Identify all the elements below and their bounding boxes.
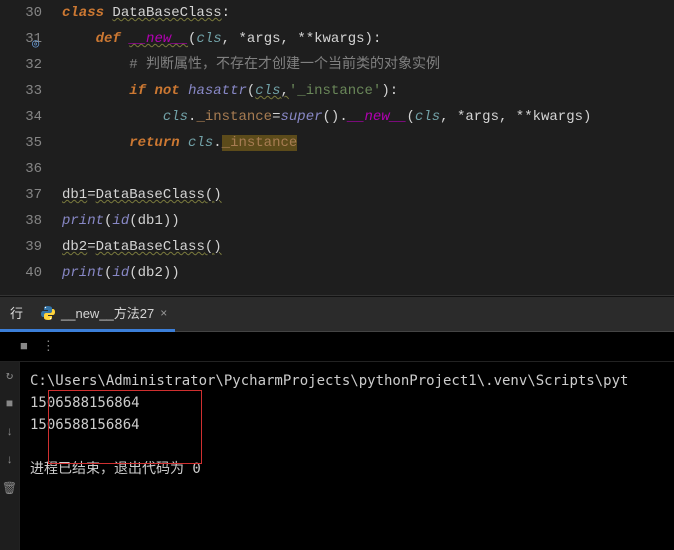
- scroll-down-icon[interactable]: ↓: [6, 425, 13, 439]
- line-number: 34: [18, 104, 42, 130]
- code-line[interactable]: def __new__(cls, *args, **kwargs):: [62, 26, 674, 52]
- more-icon[interactable]: ⋮: [42, 339, 55, 354]
- console-line: [30, 436, 664, 458]
- python-file-icon: [41, 306, 55, 320]
- console-line: 1506588156864: [30, 392, 664, 414]
- code-line[interactable]: print(id(db2)): [62, 260, 674, 286]
- close-icon[interactable]: ×: [160, 306, 167, 320]
- code-line[interactable]: if not hasattr(cls,'_instance'):: [62, 78, 674, 104]
- line-number: 40: [18, 260, 42, 286]
- line-number: 32: [18, 52, 42, 78]
- code-line[interactable]: return cls._instance: [62, 130, 674, 156]
- run-tab-label: __new__方法27: [61, 303, 154, 322]
- run-tab[interactable]: __new__方法27 ×: [33, 296, 175, 332]
- console-line: 1506588156864: [30, 414, 664, 436]
- stop-icon[interactable]: ■: [6, 397, 13, 411]
- line-number: 36: [18, 156, 42, 182]
- code-line[interactable]: [62, 156, 674, 182]
- stop-icon[interactable]: ■: [20, 339, 28, 354]
- console-output[interactable]: C:\Users\Administrator\PycharmProjects\p…: [20, 362, 674, 550]
- code-line[interactable]: db2=DataBaseClass(): [62, 234, 674, 260]
- code-line[interactable]: # 判断属性，不存在才创建一个当前类的对象实例: [62, 52, 674, 78]
- line-number: 38: [18, 208, 42, 234]
- left-margin: [0, 0, 18, 295]
- line-number: 33: [18, 78, 42, 104]
- line-number: 37: [18, 182, 42, 208]
- console-toolbar: ■ ⋮: [0, 332, 674, 362]
- restart-icon[interactable]: ↻: [6, 368, 13, 383]
- line-number: 30: [18, 0, 42, 26]
- target-icon: ◎: [32, 36, 39, 51]
- console-side-toolbar: ↻ ■ ↓ ↓ 🗑: [0, 362, 20, 550]
- run-tool-window-label[interactable]: 行: [0, 296, 33, 332]
- code-line[interactable]: class DataBaseClass:: [62, 0, 674, 26]
- code-line[interactable]: print(id(db1)): [62, 208, 674, 234]
- code-line[interactable]: db1=DataBaseClass(): [62, 182, 674, 208]
- console-line: 进程已结束，退出代码为 0: [30, 458, 664, 480]
- console-line: C:\Users\Administrator\PycharmProjects\p…: [30, 370, 664, 392]
- panel-tab-bar: 行 __new__方法27 ×: [0, 296, 674, 332]
- code-area[interactable]: class DataBaseClass: def __new__(cls, *a…: [48, 0, 674, 295]
- line-number: 39: [18, 234, 42, 260]
- download-icon[interactable]: ↓: [6, 453, 13, 467]
- trash-icon[interactable]: 🗑: [2, 481, 17, 496]
- code-line[interactable]: cls._instance=super().__new__(cls, *args…: [62, 104, 674, 130]
- code-editor[interactable]: 30 31 32 33 34 35 36 37 38 39 40 ◎ class…: [0, 0, 674, 296]
- line-number: 35: [18, 130, 42, 156]
